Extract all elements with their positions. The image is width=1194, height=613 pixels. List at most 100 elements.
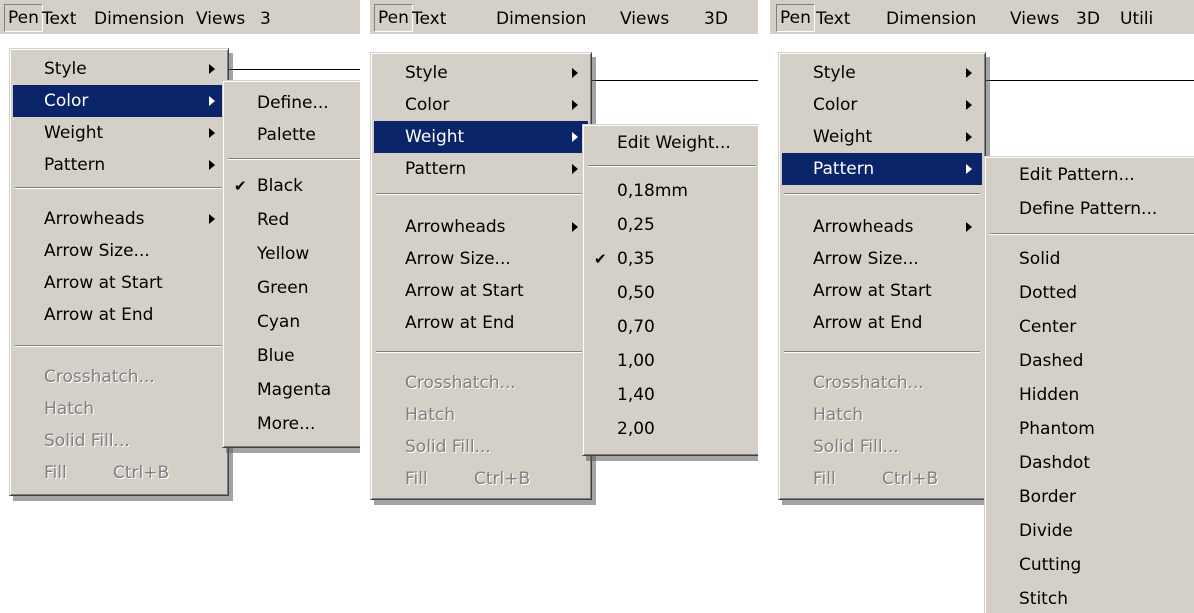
menu-item-arrow-size[interactable]: Arrow Size... — [13, 235, 225, 267]
submenu-arrow-icon — [572, 68, 578, 78]
shortcut-label: Ctrl+B — [113, 463, 170, 483]
menu-item-style[interactable]: Style — [374, 57, 588, 89]
menu-item-label: Pattern — [813, 159, 875, 179]
menu-item-label: Define... — [257, 93, 329, 113]
submenu-item-red[interactable]: Red — [226, 204, 360, 236]
menubar-dimension[interactable]: Dimension — [94, 6, 184, 32]
submenu-item-stitch[interactable]: Stitch — [988, 583, 1194, 613]
submenu-item-center[interactable]: Center — [988, 311, 1194, 343]
menu-item-arrow-at-start[interactable]: Arrow at Start — [374, 275, 588, 307]
menu-item-color[interactable]: Color — [374, 89, 588, 121]
submenu-item-yellow[interactable]: Yellow — [226, 238, 360, 270]
menu-item-arrow-at-end[interactable]: Arrow at End — [374, 307, 588, 339]
menu-item-label: Arrow at Start — [813, 281, 932, 301]
submenu-item-divide[interactable]: Divide — [988, 515, 1194, 547]
menu-item-arrow-size[interactable]: Arrow Size... — [374, 243, 588, 275]
menu-item-pattern[interactable]: Pattern — [782, 153, 982, 185]
menu-item-style[interactable]: Style — [782, 57, 982, 89]
submenu-item-0-25[interactable]: 0,25 — [586, 209, 758, 241]
menu-item-label: Hatch — [405, 405, 455, 425]
menubar-dimension[interactable]: Dimension — [496, 6, 586, 32]
menu-item-arrowheads[interactable]: Arrowheads — [13, 203, 225, 235]
menu-item-arrow-at-start[interactable]: Arrow at Start — [782, 275, 982, 307]
submenu-arrow-icon — [966, 164, 972, 174]
submenu-item-0-70[interactable]: 0,70 — [586, 311, 758, 343]
menu-item-pattern[interactable]: Pattern — [13, 149, 225, 181]
menu-item-style[interactable]: Style — [13, 53, 225, 85]
submenu-item-2-00[interactable]: 2,00 — [586, 413, 758, 445]
menubar-text[interactable]: Text — [42, 6, 76, 32]
menu-item-pattern[interactable]: Pattern — [374, 153, 588, 185]
submenu-item-cutting[interactable]: Cutting — [988, 549, 1194, 581]
submenu-item-define[interactable]: Define... — [226, 87, 360, 119]
menu-item-label: Dashdot — [1019, 453, 1090, 473]
submenu-item-cyan[interactable]: Cyan — [226, 306, 360, 338]
menu-item-label: Palette — [257, 125, 316, 145]
submenu-item-0-35[interactable]: ✔ 0,35 — [586, 243, 758, 275]
submenu-item-more[interactable]: More... — [226, 408, 360, 440]
menu-item-label: More... — [257, 414, 316, 434]
menu-item-solid-fill: Solid Fill... — [13, 425, 225, 457]
submenu-item-border[interactable]: Border — [988, 481, 1194, 513]
submenu-item-phantom[interactable]: Phantom — [988, 413, 1194, 445]
menu-item-label: Cutting — [1019, 555, 1082, 575]
submenu-item-define-pattern[interactable]: Define Pattern... — [988, 193, 1194, 225]
submenu-item-edit-pattern[interactable]: Edit Pattern... — [988, 159, 1194, 191]
submenu-item-blue[interactable]: Blue — [226, 340, 360, 372]
drawing-line — [982, 80, 1194, 81]
menu-item-label: Stitch — [1019, 589, 1068, 609]
menubar-text[interactable]: Text — [412, 6, 446, 32]
submenu-item-black[interactable]: ✔ Black — [226, 170, 360, 202]
submenu-item-palette[interactable]: Palette — [226, 119, 360, 151]
menu-item-crosshatch: Crosshatch... — [13, 361, 225, 393]
menu-separator — [990, 233, 1194, 235]
menu-item-label: Border — [1019, 487, 1076, 507]
menu-item-weight[interactable]: Weight — [13, 117, 225, 149]
submenu-item-green[interactable]: Green — [226, 272, 360, 304]
menu-bar: Pen Text Dimension Views 3 — [0, 0, 360, 34]
menu-item-label: Solid Fill... — [44, 431, 130, 451]
menu-item-label: Weight — [405, 127, 465, 147]
submenu-item-1-40[interactable]: 1,40 — [586, 379, 758, 411]
submenu-item-dotted[interactable]: Dotted — [988, 277, 1194, 309]
submenu-item-0-50[interactable]: 0,50 — [586, 277, 758, 309]
menu-item-weight[interactable]: Weight — [374, 121, 588, 153]
menubar-3d[interactable]: 3 — [260, 6, 271, 32]
menubar-pen[interactable]: Pen — [4, 4, 43, 32]
menu-item-arrowheads[interactable]: Arrowheads — [374, 211, 588, 243]
menubar-3d[interactable]: 3D — [1076, 6, 1100, 32]
menu-item-label: Crosshatch... — [405, 373, 516, 393]
menu-item-arrow-size[interactable]: Arrow Size... — [782, 243, 982, 275]
menu-item-weight[interactable]: Weight — [782, 121, 982, 153]
submenu-item-dashdot[interactable]: Dashdot — [988, 447, 1194, 479]
menubar-views[interactable]: Views — [1010, 6, 1059, 32]
menu-item-label: Blue — [257, 346, 295, 366]
menu-item-arrowheads[interactable]: Arrowheads — [782, 211, 982, 243]
menubar-views[interactable]: Views — [620, 6, 669, 32]
menu-item-label: Edit Weight... — [617, 133, 731, 153]
menu-item-arrow-at-end[interactable]: Arrow at End — [782, 307, 982, 339]
submenu-item-dashed[interactable]: Dashed — [988, 345, 1194, 377]
menu-item-label: Arrow at Start — [44, 273, 163, 293]
menu-item-color[interactable]: Color — [782, 89, 982, 121]
menubar-3d[interactable]: 3D — [704, 6, 728, 32]
submenu-item-hidden[interactable]: Hidden — [988, 379, 1194, 411]
submenu-item-0-18mm[interactable]: 0,18mm — [586, 175, 758, 207]
submenu-item-edit-weight[interactable]: Edit Weight... — [586, 127, 758, 159]
menu-separator — [15, 345, 223, 347]
menubar-pen[interactable]: Pen — [374, 4, 413, 32]
checkmark-icon: ✔ — [234, 177, 247, 195]
menubar-pen[interactable]: Pen — [776, 4, 815, 32]
menu-item-label: Solid Fill... — [813, 437, 899, 457]
submenu-item-magenta[interactable]: Magenta — [226, 374, 360, 406]
submenu-item-solid[interactable]: Solid — [988, 243, 1194, 275]
submenu-item-1-00[interactable]: 1,00 — [586, 345, 758, 377]
menu-item-fill: Fill Ctrl+B — [782, 463, 982, 495]
menubar-text[interactable]: Text — [816, 6, 850, 32]
menubar-views[interactable]: Views — [196, 6, 245, 32]
menubar-dimension[interactable]: Dimension — [886, 6, 976, 32]
menubar-utilities[interactable]: Utili — [1120, 6, 1153, 32]
menu-item-arrow-at-end[interactable]: Arrow at End — [13, 299, 225, 331]
menu-item-arrow-at-start[interactable]: Arrow at Start — [13, 267, 225, 299]
menu-item-color[interactable]: Color — [13, 85, 225, 117]
